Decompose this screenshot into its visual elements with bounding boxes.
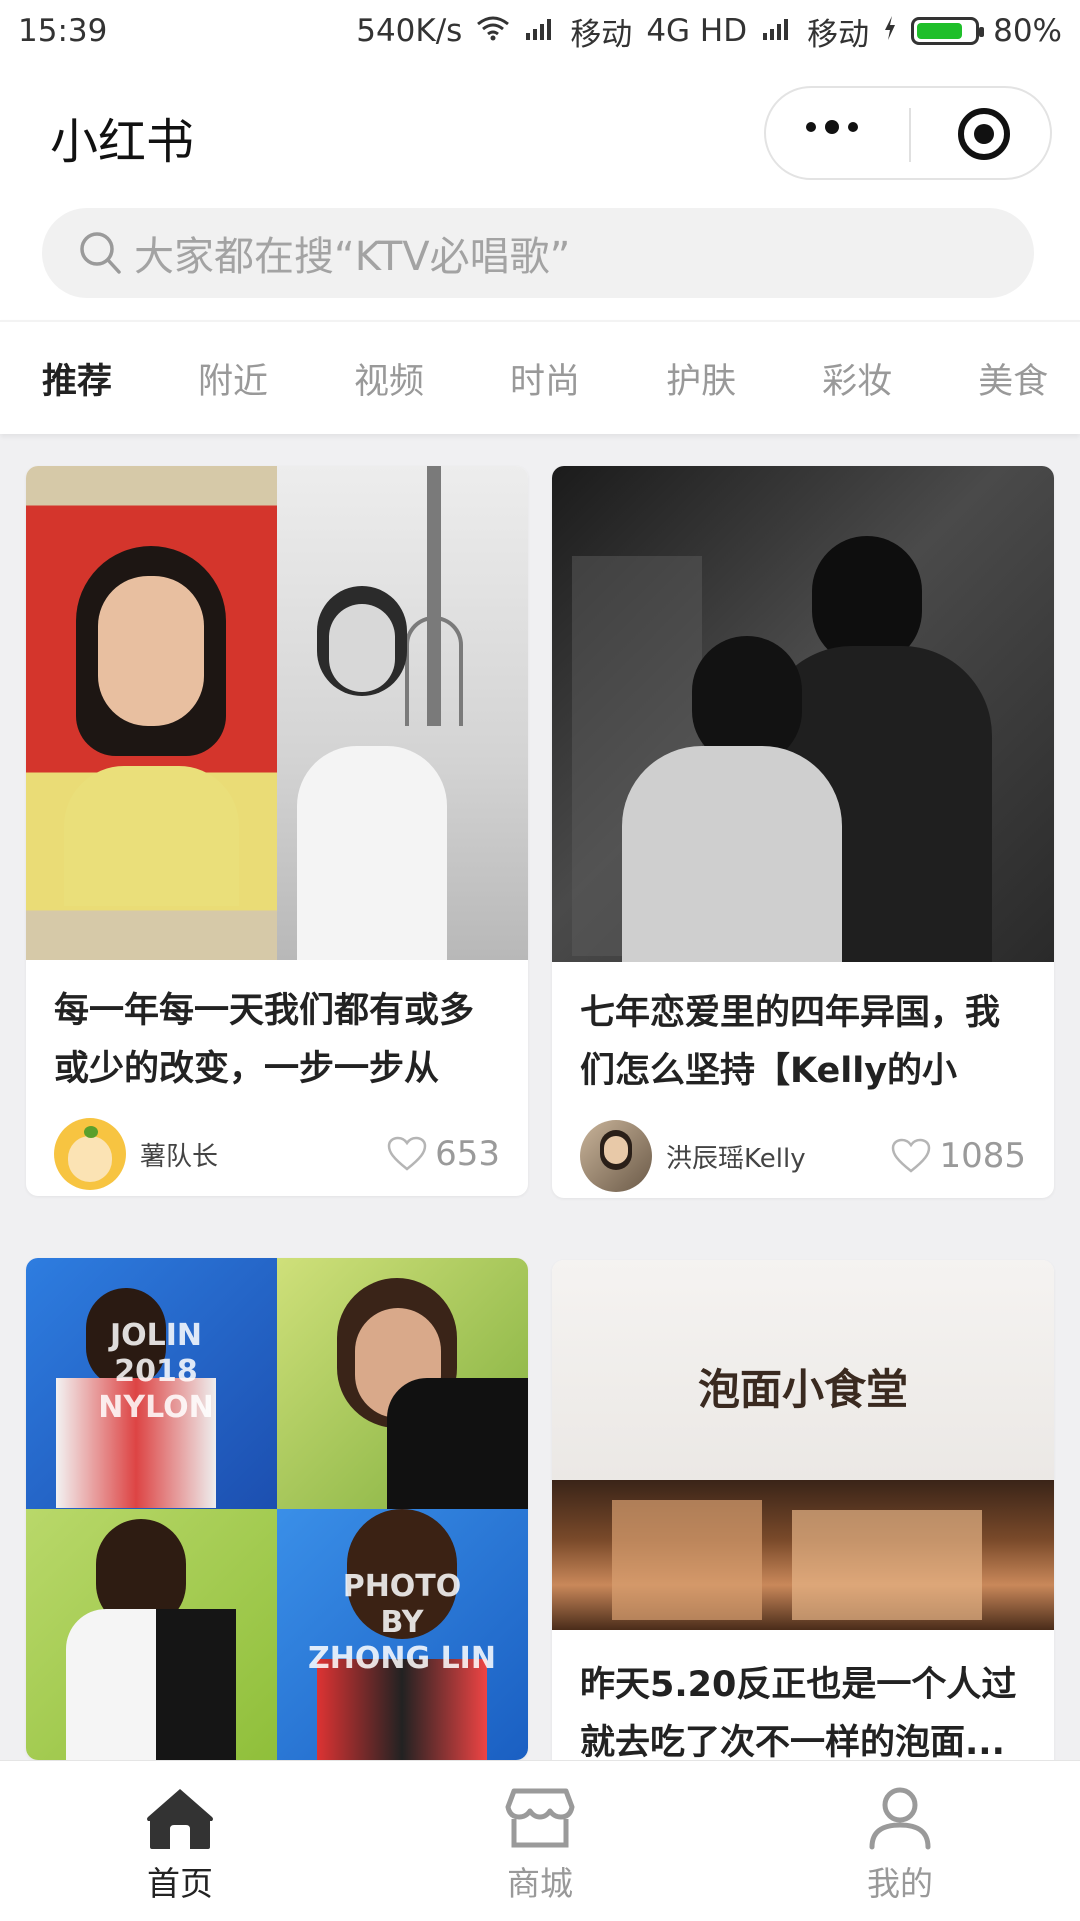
note-meta: 薯队长 653: [26, 1098, 528, 1196]
note-title: 七年恋爱里的四年异国，我们怎么坚持【Kelly的小星...: [580, 993, 1001, 1091]
note-cover-image[interactable]: [26, 466, 528, 960]
note-card[interactable]: 泡面小食堂 昨天5.20反正也是一个人过就去吃了次不一样的泡面...: [552, 1260, 1054, 1772]
author-name[interactable]: 薯队长: [140, 1136, 387, 1173]
carrier-label: 移动: [807, 16, 870, 53]
capsule-divider: [909, 108, 911, 162]
note-title: 昨天5.20反正也是一个人过就去吃了次不一样的泡面...: [580, 1665, 1017, 1763]
tab-recommend[interactable]: 推荐: [42, 353, 112, 404]
search-input[interactable]: 大家都在搜“KTV必唱歌”: [42, 208, 1034, 298]
image-overlay-text: JOLIN 2018 NYLON: [98, 1318, 214, 1425]
battery-percent: 80%: [993, 13, 1062, 49]
heart-icon: [387, 1136, 427, 1171]
search-icon: [80, 232, 121, 274]
nav-store[interactable]: 商城: [360, 1761, 720, 1921]
like-count: 1085: [939, 1136, 1026, 1176]
app-header: 小红书: [0, 62, 1080, 198]
note-card[interactable]: 每一年每一天我们都有或多或少的改变，一步一步从学.. 薯队长 653: [26, 466, 528, 1196]
avatar[interactable]: [54, 1118, 126, 1190]
image-overlay-text: PHOTO BY ZHONG LIN: [308, 1569, 496, 1676]
status-bar: 15:39 540K/s 移动 4G HD 移动 80%: [0, 0, 1080, 62]
tab-skincare[interactable]: 护肤: [666, 353, 736, 404]
wifi-icon: [476, 13, 510, 49]
note-title: 每一年每一天我们都有或多或少的改变，一步一步从学..: [54, 991, 475, 1089]
note-cover-image[interactable]: 泡面小食堂: [552, 1260, 1054, 1630]
note-cover-image[interactable]: JOLIN 2018 NYLON PHOTO BY ZHONG LIN: [26, 1258, 528, 1760]
nav-label: 商城: [507, 1864, 573, 1903]
tab-makeup[interactable]: 彩妆: [822, 353, 892, 404]
charging-icon: [883, 13, 897, 49]
author-name[interactable]: 洪辰瑶Kelly: [666, 1138, 891, 1175]
like-count: 653: [435, 1134, 500, 1174]
tab-food[interactable]: 美食: [978, 353, 1048, 404]
home-icon: [147, 1789, 213, 1849]
more-icon[interactable]: [806, 120, 858, 134]
network-type: 4G HD: [646, 13, 748, 49]
carrier-label: 移动: [570, 16, 633, 53]
network-speed: 540K/s: [356, 13, 463, 49]
heart-icon: [892, 1138, 931, 1173]
battery-icon: [911, 17, 985, 45]
nav-profile[interactable]: 我的: [720, 1761, 1080, 1921]
close-target-icon[interactable]: [958, 108, 1010, 160]
miniprogram-capsule: [764, 86, 1052, 180]
signal-icon: [524, 13, 556, 49]
bottom-nav: 首页 商城 我的: [0, 1760, 1080, 1921]
search-placeholder: 大家都在搜“KTV必唱歌”: [134, 234, 571, 280]
tab-fashion[interactable]: 时尚: [510, 353, 580, 404]
nav-home[interactable]: 首页: [0, 1761, 360, 1921]
note-cover-image[interactable]: [552, 466, 1054, 962]
store-icon: [505, 1788, 575, 1848]
note-card[interactable]: JOLIN 2018 NYLON PHOTO BY ZHONG LIN: [26, 1258, 528, 1760]
nav-label: 首页: [147, 1864, 213, 1903]
avatar[interactable]: [580, 1120, 652, 1192]
like-button[interactable]: 653: [387, 1134, 500, 1174]
nav-label: 我的: [867, 1864, 933, 1903]
tab-nearby[interactable]: 附近: [198, 353, 268, 404]
note-meta: 洪辰瑶Kelly 1085: [552, 1100, 1054, 1198]
shop-sign-text: 泡面小食堂: [697, 1365, 908, 1414]
app-title: 小红书: [50, 114, 195, 170]
note-card[interactable]: 七年恋爱里的四年异国，我们怎么坚持【Kelly的小星... 洪辰瑶Kelly 1…: [552, 466, 1054, 1198]
tab-video[interactable]: 视频: [354, 353, 424, 404]
status-time: 15:39: [18, 13, 108, 49]
search-section: 大家都在搜“KTV必唱歌”: [0, 198, 1080, 320]
like-button[interactable]: 1085: [891, 1136, 1026, 1176]
status-indicators: 540K/s 移动 4G HD 移动 80%: [356, 9, 1062, 54]
profile-icon: [869, 1787, 931, 1850]
signal-icon: [761, 13, 793, 49]
category-tabs: 推荐 附近 视频 时尚 护肤 彩妆 美食: [0, 320, 1080, 434]
